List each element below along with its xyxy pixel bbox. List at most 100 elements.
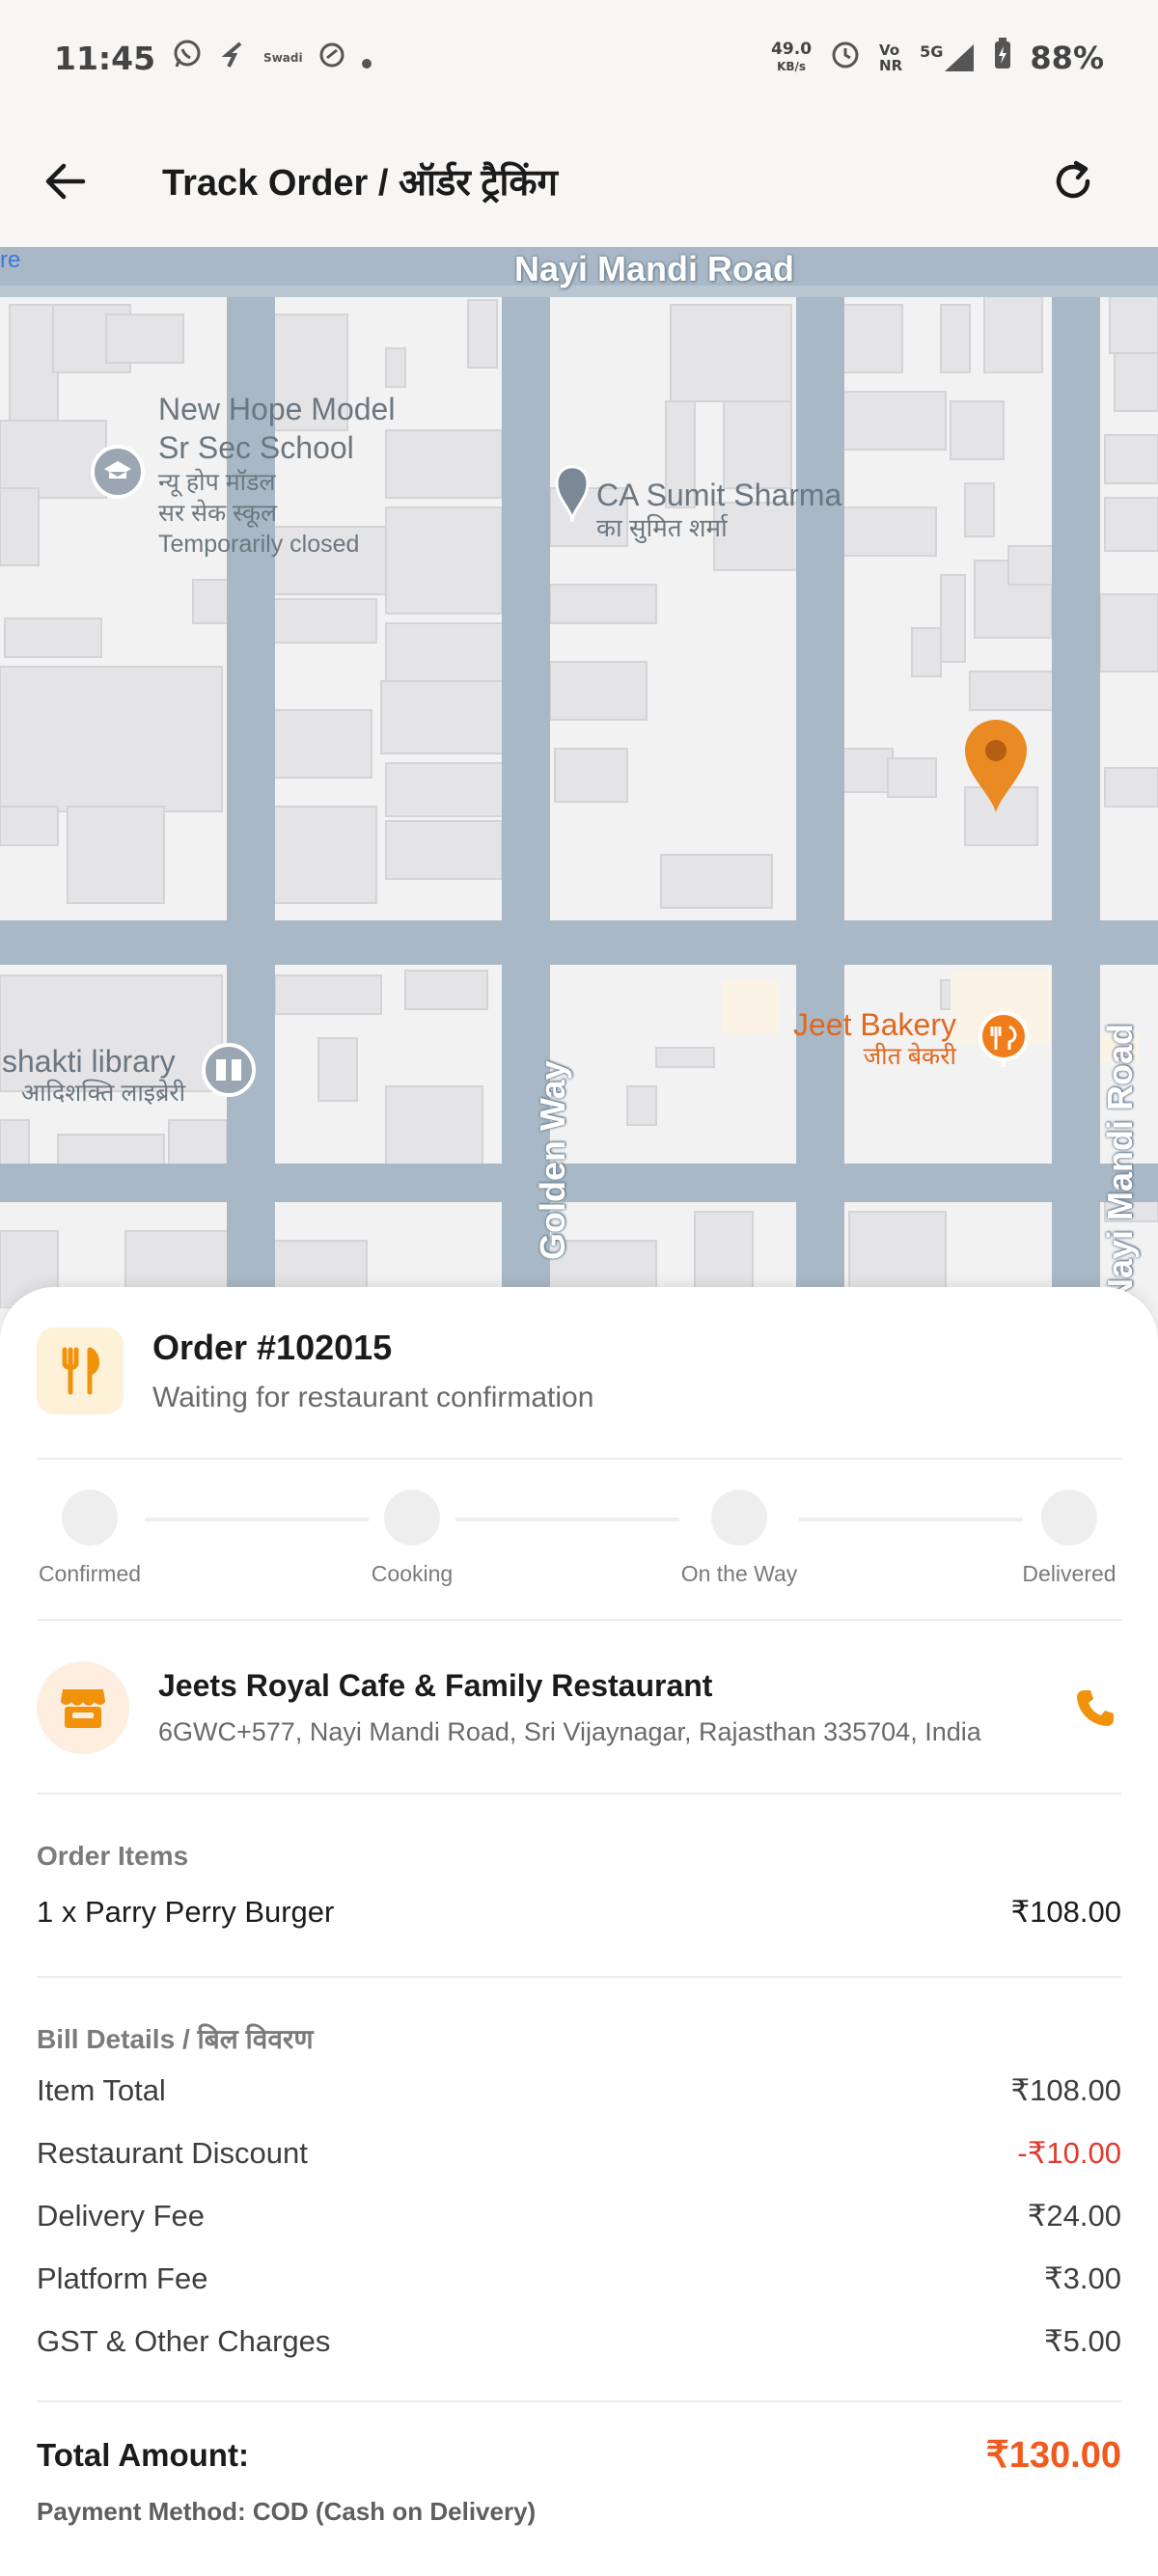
swadi-app-icon: Swadi [263,51,303,65]
speed-unit: KB/s [777,60,807,73]
order-number: Order #102015 [152,1328,393,1367]
divider [37,1976,1121,1978]
school-name-line2: Sr Sec School [158,430,354,465]
restaurant-texts: Jeets Royal Cafe & Family Restaurant 6GW… [158,1668,1062,1747]
progress-step-confirmed: Confirmed [13,1490,167,1587]
whatsapp-icon [171,38,204,78]
step-dot [711,1490,767,1546]
back-button[interactable] [42,158,89,205]
progress-step-on-the-way: On the Way [662,1490,816,1587]
status-bar: 11:45 Swadi 49.0 KB/s Vo NR 5G 88% [0,0,1158,116]
map-edge-label: re [0,247,21,273]
total-value: ₹130.00 [985,2435,1121,2476]
battery-icon [993,38,1012,78]
library-pin [202,1043,256,1097]
bill-row-item-total: Item Total ₹108.00 [37,2073,1121,2108]
school-label[interactable]: New Hope Model Sr Sec School न्यू होप मॉ… [158,390,395,560]
location-pin-icon[interactable] [961,716,1031,816]
step-dot [384,1490,440,1546]
shield-app-icon [318,40,345,77]
restaurant-name: Jeets Royal Cafe & Family Restaurant [158,1668,713,1703]
divider [37,1458,1121,1460]
total-label: Total Amount: [37,2436,249,2473]
bakery-name-hindi: जीत बेकरी [863,1043,956,1070]
school-pin [91,445,145,499]
alarm-icon [829,38,862,78]
fork-knife-icon [62,1347,99,1395]
step-dot [1041,1490,1097,1546]
status-time: 11:45 [54,39,156,77]
order-items-title: Order Items [37,1841,189,1871]
bill-value: -₹10.00 [1017,2136,1121,2170]
bakery-label[interactable]: Jeet Bakery जीत बेकरी [793,1007,956,1071]
refresh-icon [1056,160,1090,199]
ca-office-name-hindi: का सुमित शर्मा [596,513,728,542]
order-progress-tracker: Confirmed Cooking On the Way Delivered [37,1490,1121,1596]
bill-label: Delivery Fee [37,2199,205,2233]
order-header: Order #102015 Waiting for restaurant con… [37,1328,593,1414]
order-status: Waiting for restaurant confirmation [152,1382,594,1413]
network-speed: 49.0 KB/s [771,41,812,75]
library-name: shakti library [2,1044,176,1079]
ca-office-label[interactable]: CA Sumit Sharma का सुमित शर्मा [596,477,841,542]
bill-value: ₹5.00 [1043,2324,1121,2358]
road-label-golden-way: Golden Way [533,1060,572,1260]
library-label[interactable]: shakti library आदिशक्ति लाइब्रेरी [2,1044,185,1108]
ca-office-name: CA Sumit Sharma [596,478,842,512]
call-restaurant-button[interactable] [1062,1674,1129,1741]
bill-label: GST & Other Charges [37,2324,331,2358]
bill-row-discount: Restaurant Discount -₹10.00 [37,2136,1121,2171]
bill-value: ₹108.00 [1010,2073,1121,2107]
battery-percent: 88% [1030,40,1104,76]
dot-icon [361,40,372,77]
order-item-name: 1 x Parry Perry Burger [37,1895,335,1929]
volte-bottom: NR [879,57,903,74]
school-name-line1: New Hope Model [158,392,396,426]
order-icon-box [37,1328,124,1414]
map-view[interactable]: re Nayi Mandi Road Golden Way Nayi Mandi… [0,247,1158,1308]
restaurant-address: 6GWC+577, Nayi Mandi Road, Sri Vijaynaga… [158,1717,981,1746]
step-label: On the Way [680,1561,798,1586]
bill-value: ₹24.00 [1027,2199,1121,2233]
page-title: Track Order / ऑर्डर ट्रैकिंग [162,163,558,204]
step-label: Confirmed [38,1561,142,1586]
bill-details-title: Bill Details / बिल विवरण [37,2024,314,2054]
restaurant-info: Jeets Royal Cafe & Family Restaurant 6GW… [37,1661,1121,1754]
speed-value: 49.0 [771,40,813,59]
progress-step-cooking: Cooking [335,1490,489,1587]
signal-icon: 5G [920,42,976,73]
divider [37,1619,1121,1621]
bill-row-delivery-fee: Delivery Fee ₹24.00 [37,2199,1121,2233]
progress-line-3 [799,1518,1023,1521]
status-left: 11:45 Swadi [54,38,372,78]
school-status: Temporarily closed [158,531,360,558]
total-amount-row: Total Amount: ₹130.00 [37,2433,1121,2477]
network-5g: 5G [920,42,944,61]
restaurant-icon-box [37,1661,129,1754]
volte-indicator: Vo NR [879,42,902,73]
bolt-app-icon [219,40,248,77]
bill-row-gst: GST & Other Charges ₹5.00 [37,2324,1121,2359]
bill-label: Platform Fee [37,2261,208,2295]
step-dot [62,1490,118,1546]
order-item-row: 1 x Parry Perry Burger ₹108.00 [37,1895,1121,1930]
order-details-sheet: Order #102015 Waiting for restaurant con… [0,1287,1158,2576]
bill-label: Item Total [37,2073,166,2107]
library-name-hindi: आदिशक्ति लाइब्रेरी [21,1080,186,1107]
store-icon [61,1689,105,1728]
app-bar: Track Order / ऑर्डर ट्रैकिंग [0,116,1158,247]
bakery-name: Jeet Bakery [793,1007,956,1042]
step-label: Cooking [371,1561,454,1586]
road-label-right: Nayi Mandi Road [1100,1023,1140,1303]
payment-method: Payment Method: COD (Cash on Delivery) [37,2497,537,2526]
phone-icon [1077,1690,1114,1726]
order-item-price: ₹108.00 [1010,1895,1121,1929]
refresh-button[interactable] [1046,154,1100,208]
bill-label: Restaurant Discount [37,2136,308,2170]
progress-step-delivered: Delivered [992,1490,1146,1587]
school-name-hindi1: न्यू होप मॉडल [158,469,276,496]
road-label-top: Nayi Mandi Road [514,249,795,288]
arrow-left-icon [45,163,86,200]
divider [37,2400,1121,2402]
order-texts: Order #102015 Waiting for restaurant con… [152,1328,593,1414]
